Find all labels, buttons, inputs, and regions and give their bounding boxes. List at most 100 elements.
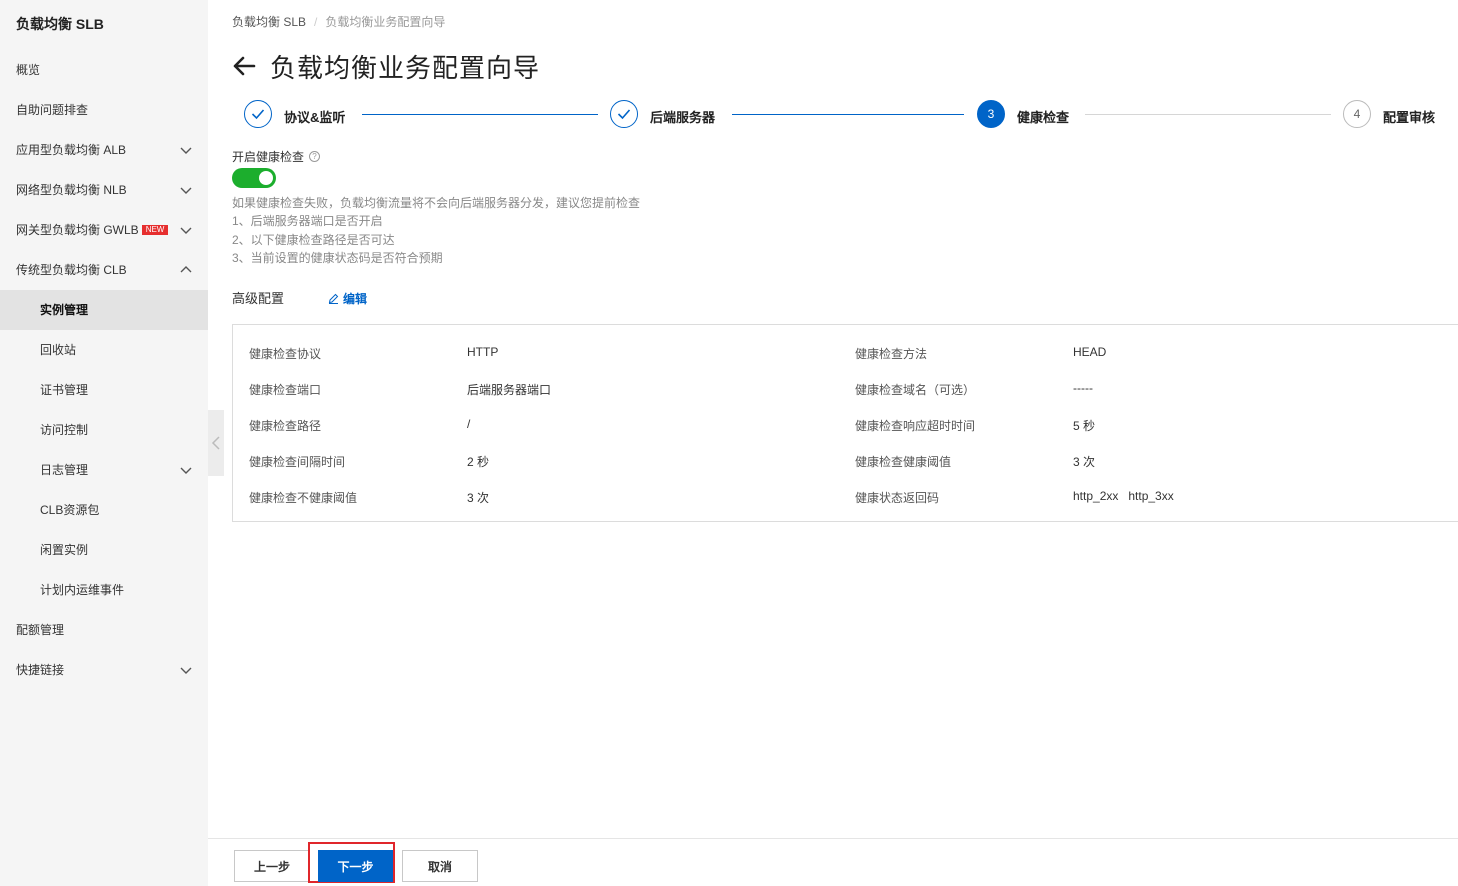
- step-4-circle: 4: [1343, 100, 1371, 128]
- chevron-down-icon: [180, 664, 192, 676]
- edit-icon: [328, 293, 339, 304]
- check-icon: [251, 109, 265, 120]
- step-1-circle: [244, 100, 272, 128]
- footer-actions: 上一步 下一步 取消: [208, 838, 1458, 886]
- sidebar-item-gwlb[interactable]: 网关型负载均衡 GWLB NEW: [0, 210, 208, 250]
- sidebar-item-label: 证书管理: [40, 383, 89, 397]
- step-2-label: 后端服务器: [650, 110, 716, 125]
- breadcrumb-current: 负载均衡业务配置向导: [325, 15, 446, 29]
- sidebar-item-clb[interactable]: 传统型负载均衡 CLB: [0, 250, 208, 290]
- health-check-hint: 2、以下健康检查路径是否可达: [232, 233, 395, 247]
- sidebar-item-idle-instances[interactable]: 闲置实例: [0, 530, 208, 570]
- config-value: HTTP: [467, 345, 499, 359]
- step-3-label: 健康检查: [1017, 110, 1070, 125]
- sidebar-item-log-management[interactable]: 日志管理: [0, 450, 208, 490]
- chevron-down-icon: [180, 224, 192, 236]
- config-key: 健康检查协议: [249, 347, 322, 361]
- step-2-circle: [610, 100, 638, 128]
- main-content: 负载均衡 SLB / 负载均衡业务配置向导 负载均衡业务配置向导 协议&监听 后端服…: [208, 0, 1458, 886]
- sidebar-item-label: 快捷链接: [16, 663, 65, 677]
- sidebar-item-label: 概览: [16, 63, 41, 77]
- health-check-hint: 1、后端服务器端口是否开启: [232, 214, 383, 228]
- config-key: 健康检查不健康阈值: [249, 491, 358, 505]
- sidebar-item-label: 配额管理: [16, 623, 65, 637]
- sidebar-item-label: 实例管理: [40, 303, 89, 317]
- sidebar-title: 负载均衡 SLB: [16, 16, 104, 32]
- breadcrumb-separator: /: [314, 15, 318, 29]
- toggle-knob: [259, 171, 273, 185]
- step-connector: [1085, 114, 1331, 115]
- config-value: 5 秒: [1073, 419, 1096, 433]
- health-check-hint: 3、当前设置的健康状态码是否符合预期: [232, 251, 443, 265]
- config-value: 后端服务器端口: [467, 383, 552, 397]
- check-icon: [617, 109, 631, 120]
- config-value: HEAD: [1073, 345, 1107, 359]
- health-check-label-text: 开启健康检查: [232, 150, 305, 164]
- sidebar-item-nlb[interactable]: 网络型负载均衡 NLB: [0, 170, 208, 210]
- step-4-number: 4: [1353, 107, 1361, 121]
- sidebar-item-clb-resource-pack[interactable]: CLB资源包: [0, 490, 208, 530]
- page-title: 负载均衡业务配置向导: [270, 52, 541, 83]
- sidebar-item-label: 传统型负载均衡 CLB: [16, 263, 127, 277]
- sidebar-item-quota-management[interactable]: 配额管理: [0, 610, 208, 650]
- step-3-circle: 3: [977, 100, 1005, 128]
- advanced-config-panel: 健康检查协议 HTTP 健康检查方法 HEAD 健康检查端口 后端服务器端口 健…: [232, 324, 1458, 522]
- sidebar-item-certificate-management[interactable]: 证书管理: [0, 370, 208, 410]
- health-check-hint: 如果健康检查失败，负载均衡流量将不会向后端服务器分发，建议您提前检查: [232, 196, 641, 210]
- sidebar-item-planned-maintenance[interactable]: 计划内运维事件: [0, 570, 208, 610]
- sidebar-item-label: 访问控制: [40, 423, 89, 437]
- chevron-down-icon: [180, 184, 192, 196]
- sidebar-item-label: 应用型负载均衡 ALB: [16, 143, 127, 157]
- page-header: 负载均衡业务配置向导: [230, 46, 540, 86]
- sidebar-item-quick-links[interactable]: 快捷链接: [0, 650, 208, 690]
- config-value: http_2xx http_3xx: [1073, 489, 1174, 503]
- health-check-label: 开启健康检查 ?: [232, 148, 321, 165]
- config-key: 健康检查间隔时间: [249, 455, 346, 469]
- sidebar-item-label: 网络型负载均衡 NLB: [16, 183, 127, 197]
- config-value: -----: [1073, 381, 1093, 395]
- prev-step-button[interactable]: 上一步: [234, 850, 310, 882]
- config-key: 健康状态返回码: [855, 491, 940, 505]
- config-key: 健康检查域名（可选）: [855, 383, 976, 397]
- sidebar-item-label: 闲置实例: [40, 543, 89, 557]
- config-key: 健康检查路径: [249, 419, 322, 433]
- config-key: 健康检查健康阈值: [855, 455, 952, 469]
- next-step-button[interactable]: 下一步: [318, 850, 393, 882]
- edit-link[interactable]: 编辑: [328, 290, 367, 307]
- back-arrow-icon[interactable]: [230, 52, 258, 80]
- cancel-button[interactable]: 取消: [402, 850, 478, 882]
- config-value: 2 秒: [467, 455, 490, 469]
- sidebar: 负载均衡 SLB 概览 自助问题排查 应用型负载均衡 ALB 网络型负载均衡 N…: [0, 0, 208, 886]
- chevron-up-icon: [180, 264, 192, 276]
- config-value: 3 次: [1073, 455, 1096, 469]
- config-key: 健康检查端口: [249, 383, 322, 397]
- config-key: 健康检查响应超时时间: [855, 419, 976, 433]
- step-connector: [362, 114, 598, 115]
- new-badge: NEW: [141, 224, 169, 235]
- sidebar-item-access-control[interactable]: 访问控制: [0, 410, 208, 450]
- chevron-down-icon: [180, 144, 192, 156]
- step-3-number: 3: [987, 107, 995, 121]
- edit-link-label: 编辑: [343, 292, 368, 306]
- chevron-down-icon: [180, 464, 192, 476]
- breadcrumb-root[interactable]: 负载均衡 SLB: [232, 15, 306, 29]
- sidebar-item-label: 自助问题排查: [16, 103, 89, 117]
- advanced-config-label: 高级配置: [232, 291, 285, 306]
- help-icon[interactable]: ?: [309, 151, 321, 162]
- sidebar-item-self-diagnosis[interactable]: 自助问题排查: [0, 90, 208, 130]
- step-4-label: 配置审核: [1383, 110, 1436, 125]
- health-check-toggle[interactable]: [232, 168, 276, 188]
- step-1-label: 协议&监听: [284, 110, 346, 125]
- sidebar-item-recycle-bin[interactable]: 回收站: [0, 330, 208, 370]
- sidebar-item-label: CLB资源包: [40, 503, 100, 517]
- sidebar-item-overview[interactable]: 概览: [0, 50, 208, 90]
- sidebar-item-label: 回收站: [40, 343, 77, 357]
- sidebar-item-label: 计划内运维事件: [40, 583, 125, 597]
- sidebar-item-instance-management[interactable]: 实例管理: [0, 290, 208, 330]
- breadcrumb: 负载均衡 SLB / 负载均衡业务配置向导: [232, 13, 445, 30]
- sidebar-item-label: 日志管理: [40, 463, 89, 477]
- config-value: 3 次: [467, 491, 490, 505]
- sidebar-item-alb[interactable]: 应用型负载均衡 ALB: [0, 130, 208, 170]
- sidebar-item-label: 网关型负载均衡 GWLB: [16, 223, 139, 237]
- config-key: 健康检查方法: [855, 347, 928, 361]
